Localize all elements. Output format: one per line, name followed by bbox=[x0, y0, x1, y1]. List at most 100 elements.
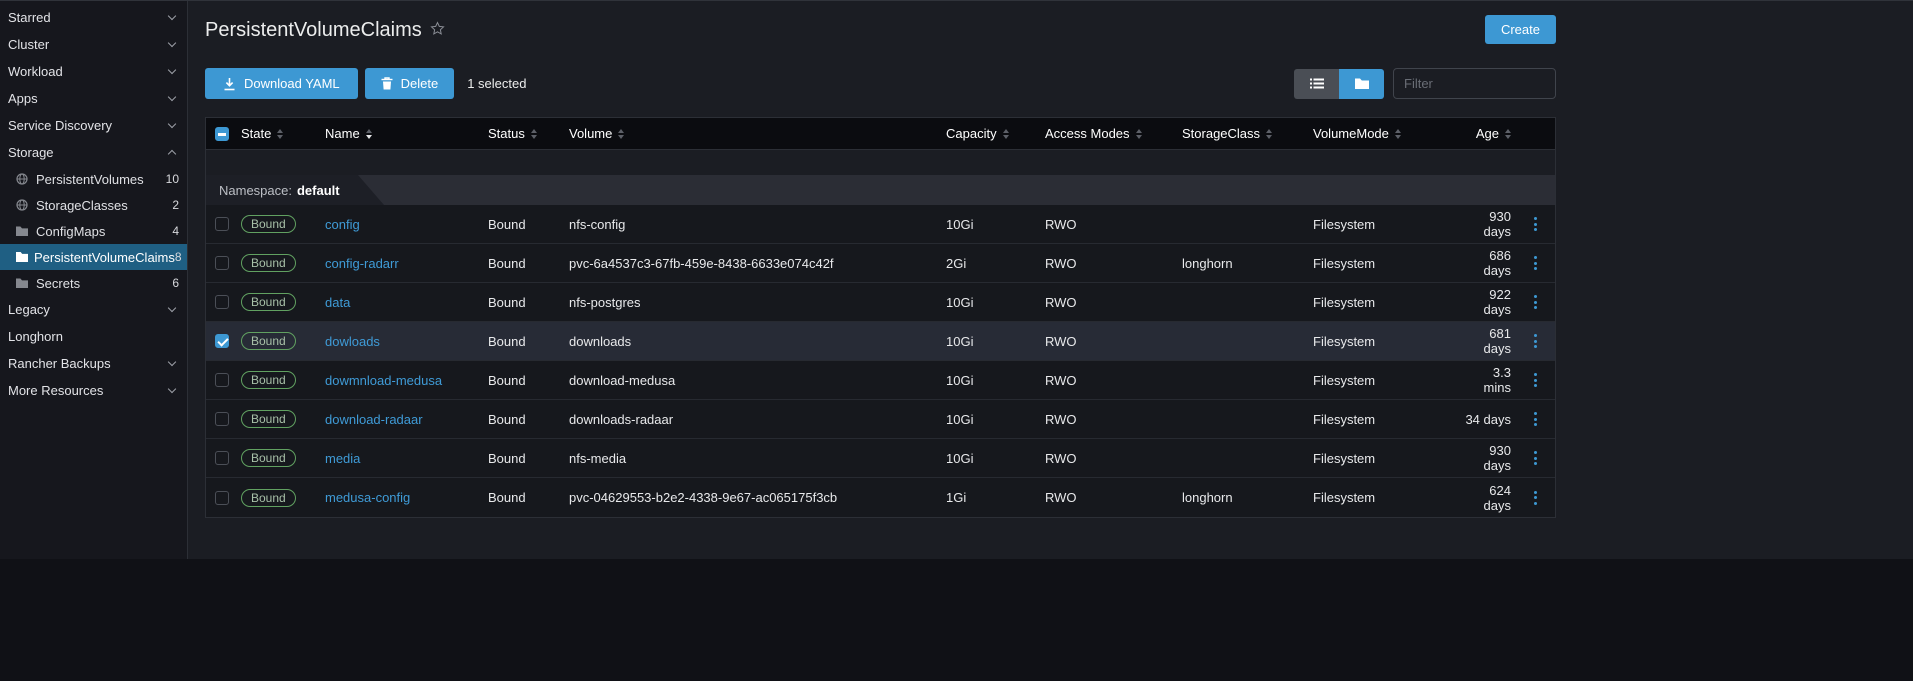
storage-class-cell: longhorn bbox=[1177, 256, 1308, 271]
sidebar-item[interactable]: Service Discovery bbox=[0, 112, 187, 139]
row-checkbox[interactable] bbox=[215, 217, 229, 231]
create-button[interactable]: Create bbox=[1485, 15, 1556, 44]
pvc-name-link[interactable]: media bbox=[325, 451, 360, 466]
delete-button[interactable]: Delete bbox=[365, 68, 455, 99]
access-modes-cell: RWO bbox=[1040, 256, 1177, 271]
table-row: Bound config-radarr Bound pvc-6a4537c3-6… bbox=[206, 244, 1555, 283]
row-actions-kebab-icon[interactable] bbox=[1530, 213, 1541, 235]
sidebar-item[interactable]: Workload bbox=[0, 58, 187, 85]
download-yaml-button[interactable]: Download YAML bbox=[205, 68, 358, 99]
chevron-icon bbox=[168, 385, 176, 393]
resource-count-badge: 4 bbox=[172, 224, 179, 238]
sidebar-subitem-label: ConfigMaps bbox=[36, 224, 172, 239]
capacity-cell: 10Gi bbox=[941, 334, 1040, 349]
chevron-icon bbox=[168, 66, 176, 74]
sort-arrows-icon bbox=[1266, 129, 1272, 139]
column-header[interactable]: Age bbox=[1460, 118, 1515, 149]
pvc-name-link[interactable]: config-radarr bbox=[325, 256, 399, 271]
sidebar-subitem[interactable]: ConfigMaps 4 bbox=[0, 218, 187, 244]
column-header[interactable]: Name bbox=[320, 118, 483, 149]
sidebar-item[interactable]: Legacy bbox=[0, 296, 187, 323]
sidebar-item[interactable]: Cluster bbox=[0, 31, 187, 58]
pvc-name-link[interactable]: download-radaar bbox=[325, 412, 423, 427]
sidebar-subitem[interactable]: Secrets 6 bbox=[0, 270, 187, 296]
column-header[interactable]: Volume bbox=[564, 118, 941, 149]
table-header-row: State Name bbox=[206, 117, 1555, 150]
sidebar-item-label: Longhorn bbox=[8, 329, 63, 344]
favorite-star-icon[interactable] bbox=[430, 21, 445, 41]
row-checkbox[interactable] bbox=[215, 373, 229, 387]
volume-cell: pvc-04629553-b2e2-4338-9e67-ac065175f3cb bbox=[564, 490, 941, 505]
column-header[interactable]: Access Modes bbox=[1040, 118, 1177, 149]
table-row: Bound config Bound nfs-config 10Gi RWO F… bbox=[206, 205, 1555, 244]
row-actions-kebab-icon[interactable] bbox=[1530, 487, 1541, 509]
volume-cell: nfs-postgres bbox=[564, 295, 941, 310]
row-checkbox[interactable] bbox=[215, 256, 229, 270]
row-actions-kebab-icon[interactable] bbox=[1530, 291, 1541, 313]
sidebar-item-label: Storage bbox=[8, 145, 54, 160]
sidebar-item[interactable]: Storage bbox=[0, 139, 187, 166]
row-actions-kebab-icon[interactable] bbox=[1530, 369, 1541, 391]
trash-icon bbox=[381, 77, 393, 90]
sidebar-subitem[interactable]: PersistentVolumes 10 bbox=[0, 166, 187, 192]
column-header[interactable]: State bbox=[236, 118, 320, 149]
sort-arrows-icon bbox=[366, 129, 372, 139]
status-cell: Bound bbox=[483, 412, 564, 427]
row-actions-kebab-icon[interactable] bbox=[1530, 408, 1541, 430]
pvc-name-link[interactable]: dowmnload-medusa bbox=[325, 373, 442, 388]
pvc-name-link[interactable]: config bbox=[325, 217, 360, 232]
select-all-checkbox[interactable] bbox=[215, 127, 229, 141]
sidebar-top-group: Starred Cluster Workload Apps bbox=[0, 4, 187, 166]
sidebar-subitem[interactable]: PersistentVolumeClaims 8 bbox=[0, 244, 187, 270]
sort-arrows-icon bbox=[1136, 129, 1142, 139]
volume-cell: downloads-radaar bbox=[564, 412, 941, 427]
sidebar-subitem-label: Secrets bbox=[36, 276, 172, 291]
sidebar-item-label: More Resources bbox=[8, 383, 103, 398]
row-actions-kebab-icon[interactable] bbox=[1530, 447, 1541, 469]
sidebar-storage-children: PersistentVolumes 10 bbox=[0, 166, 187, 296]
volume-cell: download-medusa bbox=[564, 373, 941, 388]
sidebar-item[interactable]: Longhorn bbox=[0, 323, 187, 350]
row-checkbox[interactable] bbox=[215, 491, 229, 505]
volume-mode-cell: Filesystem bbox=[1308, 451, 1460, 466]
age-cell: 922 days bbox=[1460, 287, 1515, 317]
status-cell: Bound bbox=[483, 217, 564, 232]
capacity-cell: 10Gi bbox=[941, 217, 1040, 232]
resource-count-badge: 2 bbox=[172, 198, 179, 212]
sort-arrows-icon bbox=[531, 129, 537, 139]
column-header[interactable]: Status bbox=[483, 118, 564, 149]
pvc-name-link[interactable]: data bbox=[325, 295, 350, 310]
row-actions-kebab-icon[interactable] bbox=[1530, 252, 1541, 274]
row-checkbox[interactable] bbox=[215, 295, 229, 309]
sidebar-item[interactable]: Rancher Backups bbox=[0, 350, 187, 377]
row-checkbox[interactable] bbox=[215, 451, 229, 465]
sidebar-item[interactable]: More Resources bbox=[0, 377, 187, 404]
table-row: Bound download-radaar Bound downloads-ra… bbox=[206, 400, 1555, 439]
table-row: Bound media Bound nfs-media 10Gi RWO Fil… bbox=[206, 439, 1555, 478]
sidebar-item-label: Cluster bbox=[8, 37, 49, 52]
pvc-name-link[interactable]: dowloads bbox=[325, 334, 380, 349]
filter-input[interactable] bbox=[1393, 68, 1556, 99]
download-icon bbox=[223, 77, 236, 91]
sidebar-subitem[interactable]: StorageClasses 2 bbox=[0, 192, 187, 218]
table-row: Bound medusa-config Bound pvc-04629553-b… bbox=[206, 478, 1555, 517]
column-header[interactable]: VolumeMode bbox=[1308, 118, 1460, 149]
toolbar: Download YAML Delete 1 selected bbox=[205, 68, 1556, 99]
sidebar-bottom-group: Legacy Longhorn Rancher Backups More Res… bbox=[0, 296, 187, 404]
column-header[interactable]: StorageClass bbox=[1177, 118, 1308, 149]
namespace-value: default bbox=[297, 183, 340, 198]
table-row: Bound data Bound nfs-postgres 10Gi RWO F… bbox=[206, 283, 1555, 322]
namespace-group-row: Namespace: default bbox=[206, 175, 1555, 205]
row-actions-kebab-icon[interactable] bbox=[1530, 330, 1541, 352]
sort-arrows-icon bbox=[618, 129, 624, 139]
pvc-name-link[interactable]: medusa-config bbox=[325, 490, 410, 505]
sidebar-item[interactable]: Apps bbox=[0, 85, 187, 112]
view-toggle bbox=[1294, 69, 1384, 99]
list-view-button[interactable] bbox=[1294, 69, 1339, 99]
state-badge: Bound bbox=[241, 410, 296, 428]
row-checkbox[interactable] bbox=[215, 412, 229, 426]
row-checkbox[interactable] bbox=[215, 334, 229, 348]
sidebar-item[interactable]: Starred bbox=[0, 4, 187, 31]
group-view-button[interactable] bbox=[1339, 69, 1384, 99]
column-header[interactable]: Capacity bbox=[941, 118, 1040, 149]
